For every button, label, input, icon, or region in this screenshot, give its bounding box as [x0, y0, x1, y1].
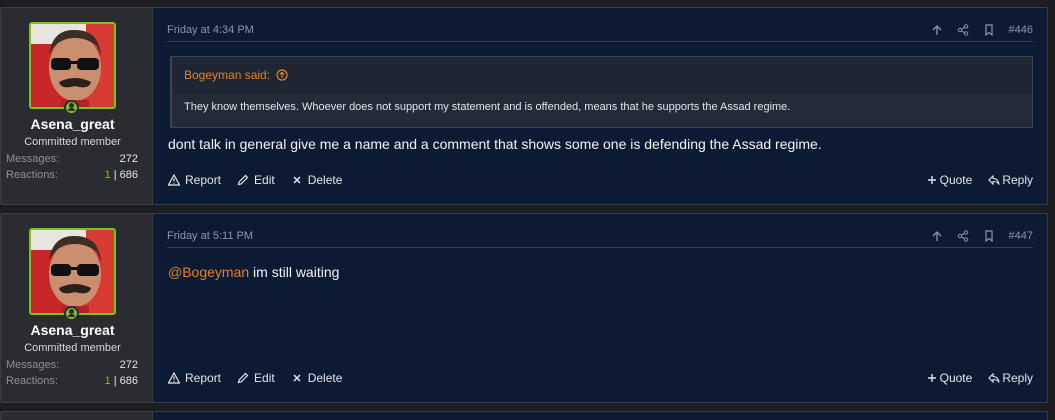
- report-label: Report: [185, 371, 222, 385]
- reactions-count: 1 | 686: [105, 169, 138, 181]
- quote-button[interactable]: Quote: [926, 173, 973, 187]
- post-number[interactable]: #446: [1009, 24, 1033, 36]
- messages-stat: Messages: 272: [6, 153, 138, 165]
- close-icon: [293, 374, 301, 382]
- user-info-panel: Asena_great Committed member Messages: 2…: [1, 214, 163, 402]
- arrow-up-icon[interactable]: [931, 24, 943, 36]
- messages-count: 272: [119, 359, 138, 371]
- share-icon[interactable]: [957, 23, 969, 36]
- post-number[interactable]: #447: [1009, 230, 1033, 242]
- post-footer: Report Edit Delete Quote Reply: [168, 170, 1033, 190]
- post-header: Friday at 4:34 PM #446: [167, 18, 1033, 42]
- reply-icon: [988, 174, 1000, 186]
- post-actions-left: Report Edit Delete: [168, 371, 342, 385]
- user-title: Committed member: [24, 136, 121, 148]
- reactions-separator: |: [113, 169, 117, 181]
- post-message-text: im still waiting: [249, 264, 340, 280]
- bookmark-icon[interactable]: [983, 229, 995, 242]
- reactions-positive: 1: [104, 375, 111, 387]
- delete-button[interactable]: Delete: [291, 371, 343, 385]
- post-actions-right: Quote Reply: [926, 173, 1033, 187]
- messages-stat: Messages: 272: [6, 359, 138, 371]
- post-header: Friday at 5:11 PM #447: [167, 224, 1033, 248]
- username[interactable]: Asena_great: [1, 116, 144, 132]
- post-content: [153, 412, 1047, 420]
- edit-button[interactable]: Edit: [237, 173, 275, 187]
- post-actions-right: Quote Reply: [926, 371, 1033, 385]
- quote-label: Quote: [939, 371, 973, 385]
- reactions-count: 1 | 686: [105, 375, 138, 387]
- post-content: Friday at 5:11 PM #447 @Bogeyman im stil…: [153, 214, 1047, 402]
- post-header-icons: #447: [931, 230, 1033, 242]
- post-447: Asena_great Committed member Messages: 2…: [0, 213, 1048, 403]
- quote-text: They know themselves. Whoever does not s…: [172, 93, 1032, 127]
- messages-label: Messages:: [6, 359, 60, 371]
- user-info-panel: Asena_great Committed member Messages: 2…: [1, 8, 163, 204]
- reactions-label: Reactions:: [6, 375, 58, 387]
- plus-icon: [927, 374, 936, 382]
- reply-button[interactable]: Reply: [988, 371, 1033, 385]
- quote-header[interactable]: Bogeyman said:: [184, 68, 288, 82]
- delete-label: Delete: [307, 173, 343, 187]
- warning-icon: [168, 372, 180, 384]
- reactions-stat: Reactions: 1 | 686: [6, 169, 138, 181]
- edit-button[interactable]: Edit: [237, 371, 275, 385]
- reply-label: Reply: [1002, 371, 1033, 385]
- username[interactable]: Asena_great: [1, 322, 144, 338]
- online-status-icon: [64, 100, 79, 115]
- quote-block: Bogeyman said: They know themselves. Who…: [170, 56, 1033, 128]
- reactions-stat: Reactions: 1 | 686: [6, 375, 138, 387]
- quote-author[interactable]: Bogeyman said:: [184, 68, 270, 82]
- reactions-total: 686: [119, 169, 138, 181]
- reply-label: Reply: [1002, 173, 1033, 187]
- post-date[interactable]: Friday at 4:34 PM: [167, 24, 254, 36]
- pencil-icon: [237, 372, 249, 384]
- report-label: Report: [185, 173, 222, 187]
- reply-button[interactable]: Reply: [988, 173, 1033, 187]
- reactions-positive: 1: [104, 169, 111, 181]
- user-info-panel: [1, 412, 153, 420]
- share-icon[interactable]: [957, 229, 969, 242]
- arrow-circle-up-icon[interactable]: [276, 69, 288, 81]
- post-content: Friday at 4:34 PM #446 Bogeyman said: Th…: [153, 8, 1047, 204]
- avatar[interactable]: [29, 228, 116, 315]
- avatar[interactable]: [29, 22, 116, 109]
- post-next: [0, 411, 1048, 420]
- user-mention[interactable]: @Bogeyman: [168, 264, 249, 280]
- edit-label: Edit: [254, 371, 275, 385]
- report-button[interactable]: Report: [168, 371, 221, 385]
- reply-icon: [988, 372, 1000, 384]
- user-title: Committed member: [24, 342, 121, 354]
- quote-button[interactable]: Quote: [926, 371, 973, 385]
- quote-label: Quote: [939, 173, 973, 187]
- plus-icon: [927, 176, 936, 184]
- post-message: @Bogeyman im still waiting: [168, 264, 339, 280]
- pencil-icon: [237, 174, 249, 186]
- reactions-separator: |: [113, 375, 117, 387]
- messages-count: 272: [119, 153, 138, 165]
- post-footer: Report Edit Delete Quote Reply: [168, 368, 1033, 388]
- delete-label: Delete: [307, 371, 343, 385]
- post-message: dont talk in general give me a name and …: [168, 136, 822, 152]
- reactions-total: 686: [119, 375, 138, 387]
- online-status-icon: [64, 306, 79, 321]
- close-icon: [293, 176, 301, 184]
- delete-button[interactable]: Delete: [291, 173, 343, 187]
- report-button[interactable]: Report: [168, 173, 221, 187]
- post-header-icons: #446: [931, 24, 1033, 36]
- messages-label: Messages:: [6, 153, 60, 165]
- post-446: Asena_great Committed member Messages: 2…: [0, 7, 1048, 205]
- reactions-label: Reactions:: [6, 169, 58, 181]
- warning-icon: [168, 174, 180, 186]
- edit-label: Edit: [254, 173, 275, 187]
- post-date[interactable]: Friday at 5:11 PM: [167, 230, 253, 242]
- arrow-up-icon[interactable]: [931, 230, 943, 242]
- bookmark-icon[interactable]: [983, 23, 995, 36]
- post-actions-left: Report Edit Delete: [168, 173, 342, 187]
